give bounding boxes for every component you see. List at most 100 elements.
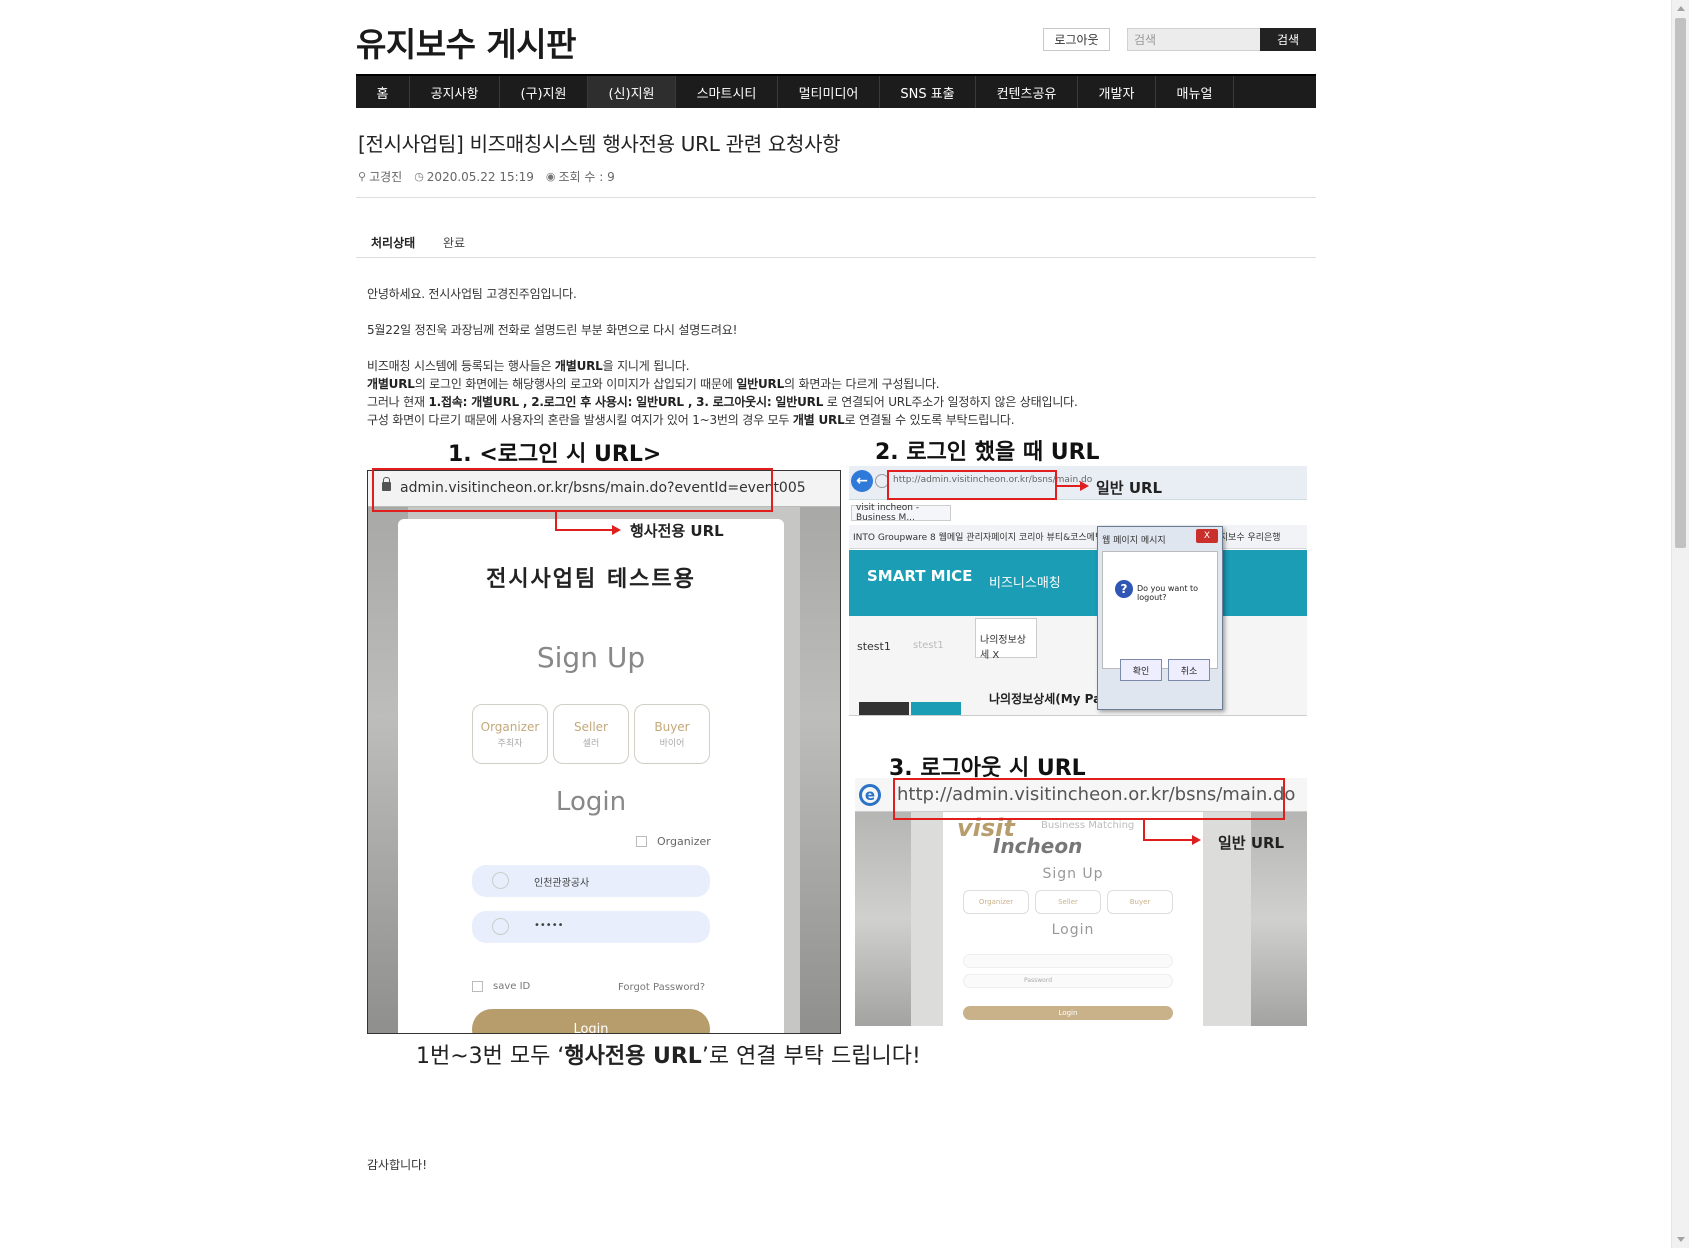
- body-paragraph-line-4: 구성 화면이 다르기 때문에 사용자의 혼란을 발생시킬 여지가 있어 1~3번…: [367, 413, 1015, 427]
- mypage-tab: 나의정보상세 X: [975, 618, 1037, 661]
- password-field: Password: [963, 974, 1173, 988]
- back-arrow-icon: ←: [851, 470, 873, 492]
- nav-item-developer[interactable]: 개발자: [1078, 76, 1156, 108]
- status-value: 완료: [443, 236, 466, 250]
- nav-item-manual[interactable]: 매뉴얼: [1156, 76, 1234, 108]
- dialog-cancel-button: 취소: [1168, 659, 1210, 681]
- user-name-2: stest1: [913, 640, 944, 651]
- logout-button[interactable]: 로그아웃: [1043, 28, 1110, 51]
- post-author[interactable]: 고경진: [369, 168, 402, 185]
- lock-icon: [492, 918, 509, 935]
- body-thanks: 감사합니다!: [367, 1158, 428, 1172]
- panel2-annotation: 일반 URL: [1096, 479, 1163, 497]
- smartmice-logo: SMART MICE: [867, 567, 973, 585]
- event-heading: 전시사업팀 테스트용: [486, 567, 696, 592]
- dialog-message: Do you want to logout?: [1137, 584, 1199, 602]
- signup-heading: Sign Up: [536, 641, 646, 674]
- annotation-line: [555, 512, 557, 530]
- eye-icon: ◉: [545, 170, 556, 183]
- clock-icon: ◷: [414, 170, 424, 183]
- nav-item-home[interactable]: 홈: [356, 76, 410, 108]
- question-icon: ?: [1115, 580, 1133, 598]
- menu-block: [859, 702, 909, 715]
- role-buyer: Buyer 바이어: [634, 704, 710, 764]
- highlight-box: [887, 470, 1057, 500]
- business-matching-label: Business Matching: [1041, 820, 1135, 831]
- close-icon: X: [1196, 529, 1218, 543]
- panel1-screenshot: admin.visitincheon.or.kr/bsns/main.do?ev…: [367, 470, 841, 1034]
- post-meta: ⚲ 고경진 ◷ 2020.05.22 15:19 ◉ 조회 수 : 9: [358, 168, 615, 185]
- annotation-line: [1143, 839, 1193, 841]
- body-paragraph-line-3: 그러나 현재 1.접속: 개별URL , 2.로그인 후 사용시: 일반URL …: [367, 395, 1078, 409]
- nav-item-new-support[interactable]: (신)지원: [588, 76, 676, 108]
- dialog-ok-button: 확인: [1120, 659, 1162, 681]
- role-seller: Seller 셀러: [553, 704, 629, 764]
- body-paragraph-line-1: 비즈매칭 시스템에 등록되는 행사들은 개별URL을 지니게 됩니다.: [367, 359, 690, 373]
- search-input[interactable]: [1127, 28, 1260, 51]
- role-organizer: Organizer 주최자: [472, 704, 548, 764]
- scroll-up-arrow-icon[interactable]: [1672, 0, 1689, 17]
- arrow-icon: [1192, 835, 1201, 845]
- panel1-title: 1. <로그인 시 URL>: [448, 442, 662, 467]
- divider: [356, 197, 1316, 198]
- dialog-title: 웹 페이지 메시지: [1102, 536, 1166, 546]
- panel2-title: 2. 로그인 했을 때 URL: [875, 440, 1100, 465]
- panel3-annotation: 일반 URL: [1218, 834, 1285, 852]
- closing-request: 1번~3번 모두 ‘행사전용 URL’로 연결 부탁 드립니다!: [416, 1044, 921, 1069]
- incheon-logo: Incheon: [993, 834, 1083, 858]
- user-icon: ⚲: [358, 170, 367, 183]
- signup-heading: Sign Up: [1042, 866, 1104, 882]
- login-card: 전시사업팀 테스트용 Sign Up Organizer 주최자 Seller 셀러…: [398, 519, 784, 1033]
- search-button[interactable]: 검색: [1260, 28, 1316, 51]
- id-field: [963, 954, 1173, 968]
- city-background: [800, 507, 840, 1033]
- post-datetime: 2020.05.22 15:19: [426, 169, 534, 184]
- nav-item-smartcity[interactable]: 스마트시티: [676, 76, 778, 108]
- scrollbar-thumb[interactable]: [1675, 18, 1686, 548]
- browser-tab: visit incheon - Business M...: [851, 503, 951, 523]
- user-name: stest1: [857, 640, 891, 653]
- annotation-line: [1057, 485, 1081, 487]
- nav-item-old-support[interactable]: (구)지원: [500, 76, 588, 108]
- ie-browser-icon: e: [859, 784, 881, 806]
- vertical-scrollbar[interactable]: [1671, 0, 1689, 1248]
- post-title: [전시사업팀] 비즈매칭시스템 행사전용 URL 관련 요청사항: [358, 132, 841, 156]
- panel1-annotation: 행사전용 URL: [630, 522, 724, 540]
- password-field: •••••: [472, 911, 710, 943]
- login-card: visit Incheon Business Matching Sign Up …: [943, 812, 1203, 1026]
- nav-item-sns[interactable]: SNS 표출: [880, 76, 976, 108]
- status-row: 처리상태 완료: [356, 232, 1316, 258]
- nav-item-notice[interactable]: 공지사항: [410, 76, 500, 108]
- arrow-icon: [612, 525, 621, 535]
- main-nav: 홈 공지사항 (구)지원 (신)지원 스마트시티 멀티미디어 SNS 표출 컨텐…: [356, 74, 1316, 108]
- forgot-password-link: Forgot Password?: [618, 982, 706, 993]
- panel2-screenshot: ← http://admin.visitincheon.or.kr/bsns/m…: [849, 466, 1307, 716]
- city-background: [855, 812, 911, 1026]
- site-content: stest1 stest1 나의정보상세 X 나의정보상세(My Page): [849, 616, 1307, 715]
- annotation-line: [555, 529, 613, 531]
- post-views: 조회 수 : 9: [558, 170, 615, 184]
- annotation-line: [1143, 820, 1145, 840]
- login-heading: Login: [1051, 922, 1095, 938]
- site-subtitle: 비즈니스매칭: [989, 576, 1061, 591]
- save-id-checkbox: save ID: [472, 981, 530, 992]
- id-field: 인천관광공사: [472, 865, 710, 897]
- body-paragraph-line-2: 개별URL의 로그인 화면에는 해당행사의 로고와 이미지가 삽입되기 때문에 …: [367, 377, 940, 391]
- login-button-image: Login: [472, 1009, 710, 1033]
- body-line-2: 5월22일 정진욱 과장님께 전화로 설명드린 부분 화면으로 다시 설명드려요…: [367, 323, 738, 337]
- login-heading: Login: [555, 787, 627, 817]
- arrow-icon: [1080, 481, 1089, 491]
- menu-block: [911, 702, 961, 715]
- organizer-checkbox: Organizer: [636, 835, 711, 848]
- user-icon: [492, 872, 509, 889]
- role-organizer: Organizer: [963, 890, 1029, 914]
- nav-item-multimedia[interactable]: 멀티미디어: [778, 76, 880, 108]
- scroll-down-arrow-icon[interactable]: [1672, 1231, 1689, 1248]
- logout-dialog: 웹 페이지 메시지 X ? Do you want to logout? 확인 …: [1097, 526, 1223, 710]
- favorites-bar: INTO Groupware 8 웹메일 관리자페이지 코리아 뷰티&코스메틱 …: [849, 525, 1307, 549]
- dialog-body: ? Do you want to logout?: [1102, 551, 1218, 669]
- nav-item-content-share[interactable]: 컨텐츠공유: [976, 76, 1078, 108]
- login-button-image: Login: [963, 1006, 1173, 1020]
- site-title[interactable]: 유지보수 게시판: [356, 18, 577, 66]
- role-buyer: Buyer: [1107, 890, 1173, 914]
